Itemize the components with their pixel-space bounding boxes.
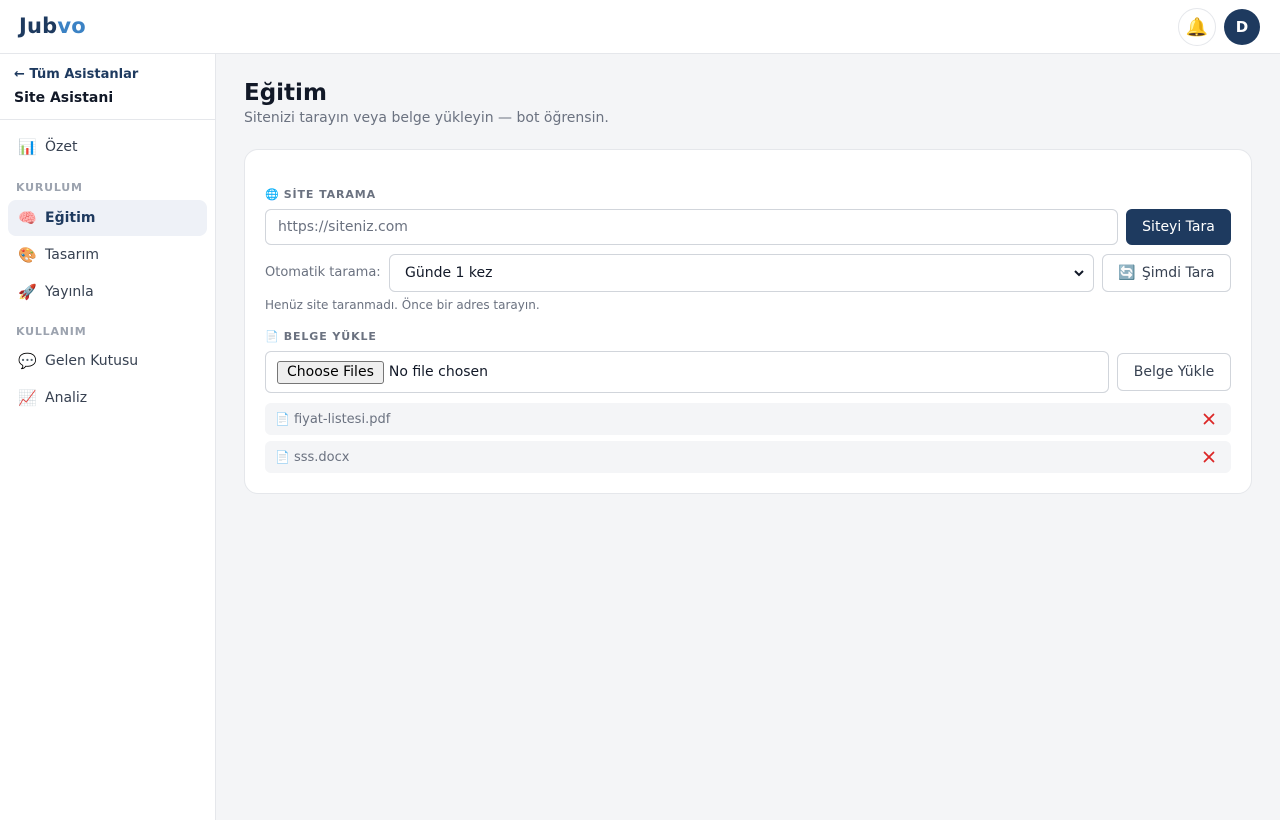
close-icon [1203,413,1215,425]
scan-now-label: Şimdi Tara [1141,265,1215,281]
sidebar-section-kurulum: KURULUM [16,181,83,194]
top-bar: Jubvo 🔔 D [0,0,1280,54]
sidebar-item-label: Analiz [45,390,88,406]
page-title: Eğitim [244,80,327,106]
brand-name-part2: vo [57,14,86,38]
sidebar-item-label: Tasarım [45,247,99,263]
palette-icon: 🎨 [18,246,37,264]
sidebar-divider [0,119,215,120]
page-subtitle: Sitenizi tarayın veya belge yükleyin — b… [244,110,609,126]
sidebar-item-label: Gelen Kutusu [45,353,139,369]
file-input[interactable]: Choose Files No file chosen [265,351,1109,393]
no-file-text: No file chosen [388,364,489,380]
site-url-input[interactable] [265,209,1118,245]
site-scan-section-label: 🌐 SİTE TARAMA [265,188,376,201]
sidebar-item-egitim[interactable]: 🧠 Eğitim [8,200,207,236]
globe-icon: 🌐 [265,188,279,201]
sidebar-item-yayinla[interactable]: 🚀 Yayınla [8,274,207,310]
document-icon: 📄 [275,412,290,426]
sidebar-item-analiz[interactable]: 📈 Analiz [8,380,207,416]
assistant-name: Site Asistani [14,90,114,106]
document-name: fiyat-listesi.pdf [293,411,391,427]
document-name: sss.docx [293,449,350,465]
remove-document-button[interactable] [1199,409,1219,429]
training-card: 🌐 SİTE TARAMA Siteyi Tara Otomatik tarama… [244,149,1252,494]
upload-section-label: 📄 BELGE YÜKLE [265,330,377,343]
document-icon: 📄 [275,450,290,464]
sidebar-item-tasarim[interactable]: 🎨 Tasarım [8,237,207,273]
brain-icon: 🧠 [18,209,37,227]
site-scan-label-text: SİTE TARAMA [283,188,377,201]
sidebar-item-ozet[interactable]: 📊 Özet [8,129,207,165]
trend-chart-icon: 📈 [18,389,37,407]
document-item: 📄 sss.docx [265,441,1231,473]
user-avatar[interactable]: D [1224,9,1260,45]
close-icon [1203,451,1215,463]
sidebar-section-kullanim: KULLANIM [16,325,87,338]
selected-frequency: Günde 1 kez [405,265,493,281]
auto-scan-frequency-select[interactable]: Günde 1 kez [389,254,1094,292]
scan-site-button[interactable]: Siteyi Tara [1126,209,1231,245]
chevron-down-icon [1074,270,1084,277]
refresh-icon: 🔄 [1118,265,1136,281]
sidebar-item-label: Özet [45,139,78,155]
brand-logo[interactable]: Jubvo [19,14,86,38]
remove-document-button[interactable] [1199,447,1219,467]
document-item: 📄 fiyat-listesi.pdf [265,403,1231,435]
scan-status-text: Henüz site taranmadı. Önce bir adres tar… [265,298,540,312]
sidebar-item-gelen-kutusu[interactable]: 💬 Gelen Kutusu [8,343,207,379]
speech-bubble-icon: 💬 [18,352,37,370]
sidebar-item-label: Eğitim [45,210,96,226]
scan-now-button[interactable]: 🔄 Şimdi Tara [1102,254,1231,292]
brand-name-part1: Jub [19,14,58,38]
upload-document-button[interactable]: Belge Yükle [1117,353,1231,391]
auto-scan-label: Otomatik tarama: [265,265,381,280]
back-to-assistants-link[interactable]: ← Tüm Asistanlar [14,67,138,82]
sidebar-item-label: Yayınla [45,284,94,300]
chart-icon: 📊 [18,138,37,156]
sidebar: ← Tüm Asistanlar Site Asistani 📊 Özet KU… [0,54,216,820]
bell-icon: 🔔 [1185,16,1209,38]
notifications-button[interactable]: 🔔 [1178,8,1216,46]
choose-files-button[interactable]: Choose Files [277,360,384,384]
upload-label-text: BELGE YÜKLE [283,330,377,343]
document-icon: 📄 [265,330,279,343]
rocket-icon: 🚀 [18,283,37,301]
